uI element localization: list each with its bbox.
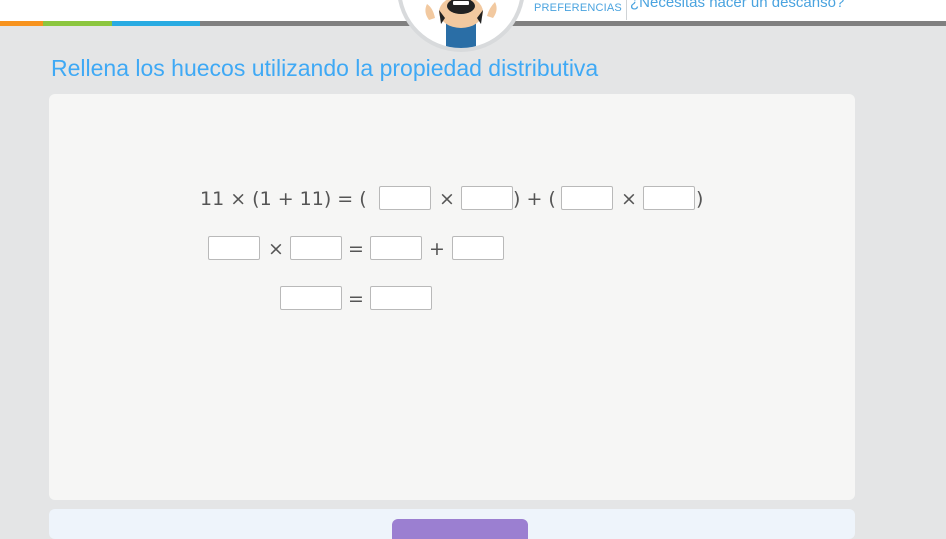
header-divider xyxy=(626,0,627,20)
answer-box-10[interactable] xyxy=(370,286,432,310)
character-icon xyxy=(404,0,518,48)
page-title: Rellena los huecos utilizando la propied… xyxy=(51,55,599,81)
answer-box-5[interactable] xyxy=(208,236,260,260)
answer-box-6[interactable] xyxy=(290,236,342,260)
progress-stripe-green xyxy=(43,21,112,26)
progress-stripe-orange xyxy=(0,21,43,26)
progress-stripe-gray xyxy=(200,21,946,26)
check-button[interactable] xyxy=(392,519,528,539)
equation-row-1: 11 × (1 + 11) = ( × ) + ( × ) xyxy=(0,186,946,214)
row1-close: ) xyxy=(696,188,704,210)
row1-lhs: 11 × (1 + 11) = ( xyxy=(200,188,367,210)
answer-box-3[interactable] xyxy=(561,186,613,210)
answer-box-7[interactable] xyxy=(370,236,422,260)
row2-equals: = xyxy=(348,238,364,260)
row1-times-1: × xyxy=(439,188,455,210)
equation-row-3: = xyxy=(0,286,946,314)
break-link[interactable]: ¿Necesitas hacer un descanso? xyxy=(630,0,844,11)
row1-times-2: × xyxy=(621,188,637,210)
equation-row-2: × = + xyxy=(0,236,946,264)
progress-stripe-blue xyxy=(112,21,200,26)
row3-equals: = xyxy=(348,288,364,310)
answer-box-8[interactable] xyxy=(452,236,504,260)
answer-box-1[interactable] xyxy=(379,186,431,210)
row2-plus: + xyxy=(429,238,445,260)
row2-times: × xyxy=(268,238,284,260)
answer-box-4[interactable] xyxy=(643,186,695,210)
answer-box-2[interactable] xyxy=(461,186,513,210)
avatar[interactable] xyxy=(401,0,521,48)
row1-close-plus-open: ) + ( xyxy=(513,188,556,210)
answer-box-9[interactable] xyxy=(280,286,342,310)
preferences-link[interactable]: PREFERENCIAS xyxy=(534,2,622,14)
